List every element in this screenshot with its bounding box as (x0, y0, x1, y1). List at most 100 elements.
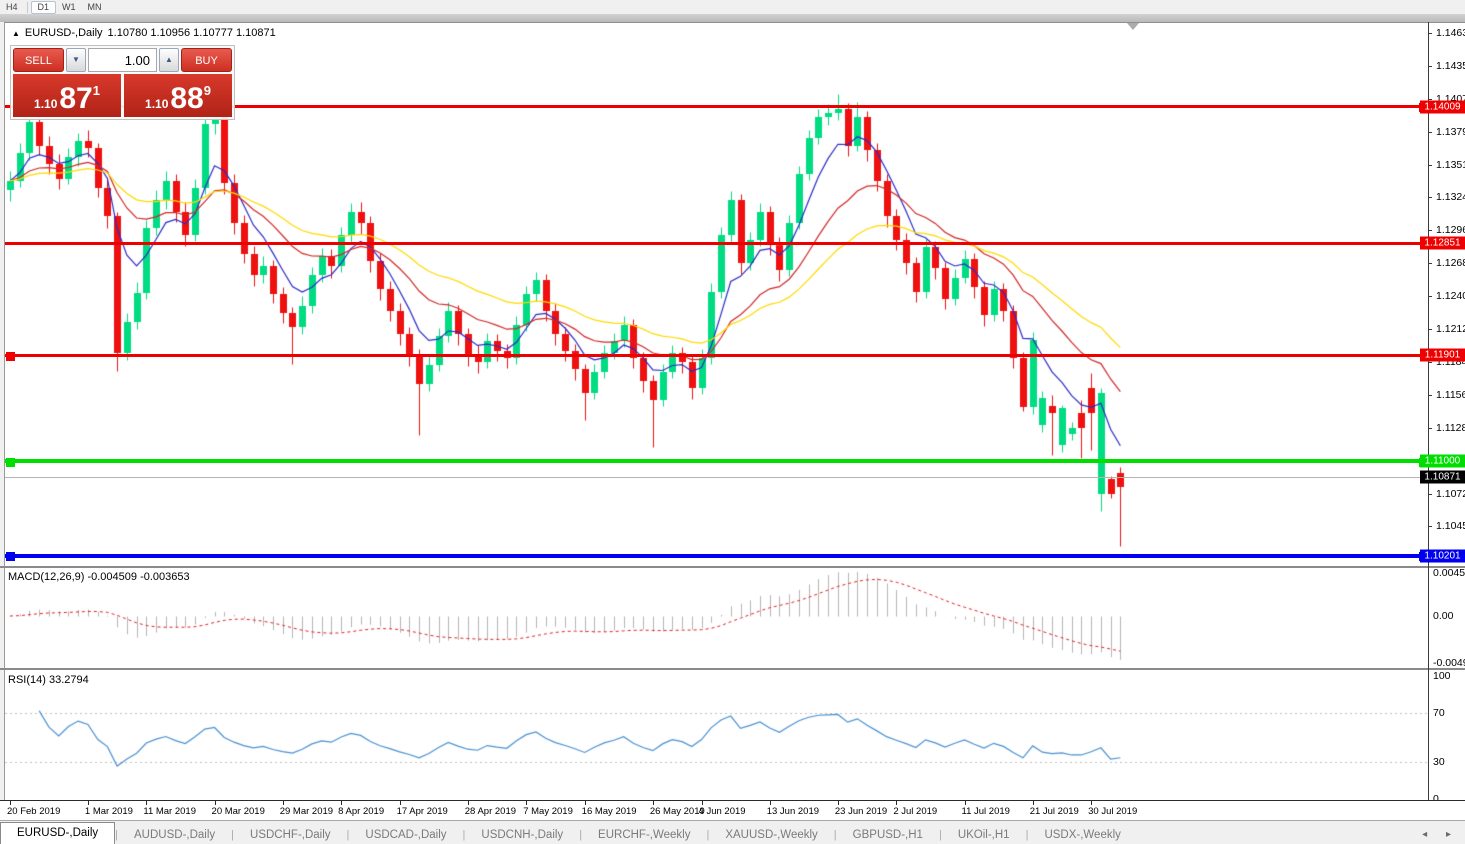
date-tick-mark (468, 801, 469, 805)
date-axis: 20 Feb 20191 Mar 201911 Mar 201920 Mar 2… (0, 800, 1465, 821)
line-handle[interactable] (6, 552, 15, 561)
horizontal-line-1.11901[interactable] (5, 354, 1428, 357)
axis-tick-mark (1428, 329, 1432, 330)
volume-input[interactable] (88, 48, 157, 72)
date-tick-mark (146, 801, 147, 805)
chart-ohlc-values: 1.10780 1.10956 1.10777 1.10871 (108, 27, 276, 39)
date-axis-label: 13 Jun 2019 (767, 806, 819, 817)
timeframe-button-h4[interactable]: H4 (0, 1, 24, 14)
axis-tick-mark (1428, 395, 1432, 396)
volume-decrease-button[interactable]: ▼ (66, 48, 86, 72)
price-axis-label: 1.12960 (1436, 224, 1465, 236)
axis-tick-mark (1428, 263, 1432, 264)
price-axis-label: 1.11285 (1436, 422, 1465, 434)
sell-button[interactable]: SELL (13, 48, 64, 72)
buy-price-prefix: 1.10 (145, 94, 168, 114)
chart-tab-usdcad-daily[interactable]: USDCAD-,Daily (349, 825, 462, 844)
timeframe-button-d1[interactable]: D1 (31, 1, 57, 14)
horizontal-line-1.11000[interactable] (5, 459, 1428, 463)
axis-tick-mark (1428, 66, 1432, 67)
macd-indicator-chart[interactable] (5, 569, 1428, 666)
price-tag-1.11000: 1.11000 (1420, 455, 1465, 468)
chart-tab-xauusd-weekly[interactable]: XAUUSD-,Weekly (709, 825, 833, 844)
price-axis-label: 1.12680 (1436, 257, 1465, 269)
date-tick-mark (341, 801, 342, 805)
date-axis-label: 2 Jul 2019 (893, 806, 937, 817)
chart-tab-usdx-weekly[interactable]: USDX-,Weekly (1028, 825, 1136, 844)
date-axis-label: 20 Feb 2019 (7, 806, 60, 817)
macd-header: MACD(12,26,9) -0.004509 -0.003653 (8, 571, 190, 583)
price-tag-1.10871: 1.10871 (1420, 470, 1465, 483)
date-tick-mark (10, 801, 11, 805)
date-tick-mark (770, 801, 771, 805)
horizontal-line-1.10201[interactable] (5, 554, 1428, 558)
chart-tab-ukoil-h1[interactable]: UKOil-,H1 (942, 825, 1026, 844)
axis-tick-mark (1428, 296, 1432, 297)
price-axis-divider (1428, 22, 1429, 800)
volume-increase-button[interactable]: ▲ (159, 48, 179, 72)
chart-tab-gbpusd-h1[interactable]: GBPUSD-,H1 (837, 825, 939, 844)
buy-button[interactable]: BUY (181, 48, 232, 72)
sell-price-pip: 1 (93, 74, 100, 108)
buy-price-pip: 9 (204, 74, 211, 108)
date-tick-mark (88, 801, 89, 805)
price-axis-label: 1.13515 (1436, 159, 1465, 171)
timeframe-button-w1[interactable]: W1 (56, 1, 82, 14)
price-tag-1.11901: 1.11901 (1420, 349, 1465, 362)
sell-price-big: 87 (59, 84, 92, 114)
horizontal-line-1.12851[interactable] (5, 242, 1428, 245)
date-axis-label: 16 May 2019 (582, 806, 637, 817)
date-tick-mark (838, 801, 839, 805)
axis-tick-mark (1428, 230, 1432, 231)
date-axis-label: 29 Mar 2019 (280, 806, 333, 817)
date-tick-mark (1091, 801, 1092, 805)
rsi-axis-label: 70 (1433, 707, 1445, 719)
price-tag-1.10201: 1.10201 (1420, 549, 1465, 562)
axis-tick-mark (1428, 526, 1432, 527)
date-axis-label: 26 May 2019 (650, 806, 705, 817)
line-handle[interactable] (6, 458, 15, 467)
price-axis-label: 1.12120 (1436, 323, 1465, 335)
axis-tick-mark (1428, 494, 1432, 495)
panel-separator[interactable] (0, 668, 1465, 670)
date-tick-mark (896, 801, 897, 805)
date-tick-mark (702, 801, 703, 805)
axis-tick-mark (1428, 132, 1432, 133)
chart-tab-eurusd-daily[interactable]: EURUSD-,Daily (0, 822, 115, 844)
trading-app-window: H4 D1W1MN ▲ EURUSD-,Daily 1.10780 1.10956… (0, 0, 1465, 844)
buy-price-display[interactable]: 1.10 88 9 (124, 74, 232, 117)
macd-axis-label: 0.00 (1433, 610, 1453, 622)
sell-price-display[interactable]: 1.10 87 1 (13, 74, 121, 117)
rsi-indicator-chart[interactable] (5, 671, 1428, 799)
price-axis-label: 1.11565 (1436, 389, 1465, 401)
timeframe-toolbar: H4 D1W1MN (0, 0, 1465, 15)
price-axis-label: 1.10450 (1436, 520, 1465, 532)
date-axis-label: 17 Apr 2019 (397, 806, 448, 817)
price-tag-1.12851: 1.12851 (1420, 237, 1465, 250)
date-axis-label: 28 Apr 2019 (465, 806, 516, 817)
axis-tick-mark (1428, 428, 1432, 429)
panel-separator[interactable] (0, 566, 1465, 568)
axis-tick-mark (1428, 33, 1432, 34)
date-tick-mark (400, 801, 401, 805)
current-price-line (5, 477, 1428, 478)
date-tick-mark (215, 801, 216, 805)
chart-tab-audusd-daily[interactable]: AUDUSD-,Daily (118, 825, 231, 844)
line-handle[interactable] (6, 352, 15, 361)
rsi-axis-label: 100 (1433, 670, 1451, 682)
chart-tab-usdchf-daily[interactable]: USDCHF-,Daily (234, 825, 347, 844)
price-tag-1.14009: 1.14009 (1420, 100, 1465, 113)
trade-panel-toggle-icon[interactable]: ▲ (12, 29, 20, 38)
timeframe-button-mn[interactable]: MN (82, 1, 108, 14)
chart-shift-marker-icon[interactable] (1127, 23, 1139, 30)
chart-tab-eurchf-weekly[interactable]: EURCHF-,Weekly (582, 825, 706, 844)
tab-scroll-arrows[interactable]: ◂ ▸ (1422, 825, 1459, 844)
date-tick-mark (526, 801, 527, 805)
date-axis-label: 11 Jul 2019 (962, 806, 1010, 817)
chart-tab-usdcnh-daily[interactable]: USDCNH-,Daily (465, 825, 579, 844)
toolbar-separator (27, 2, 28, 13)
price-axis-label: 1.14355 (1436, 60, 1465, 72)
price-axis-label: 1.12400 (1436, 290, 1465, 302)
price-axis-label: 1.13240 (1436, 191, 1465, 203)
chart-symbol-label: EURUSD-,Daily (25, 27, 103, 39)
